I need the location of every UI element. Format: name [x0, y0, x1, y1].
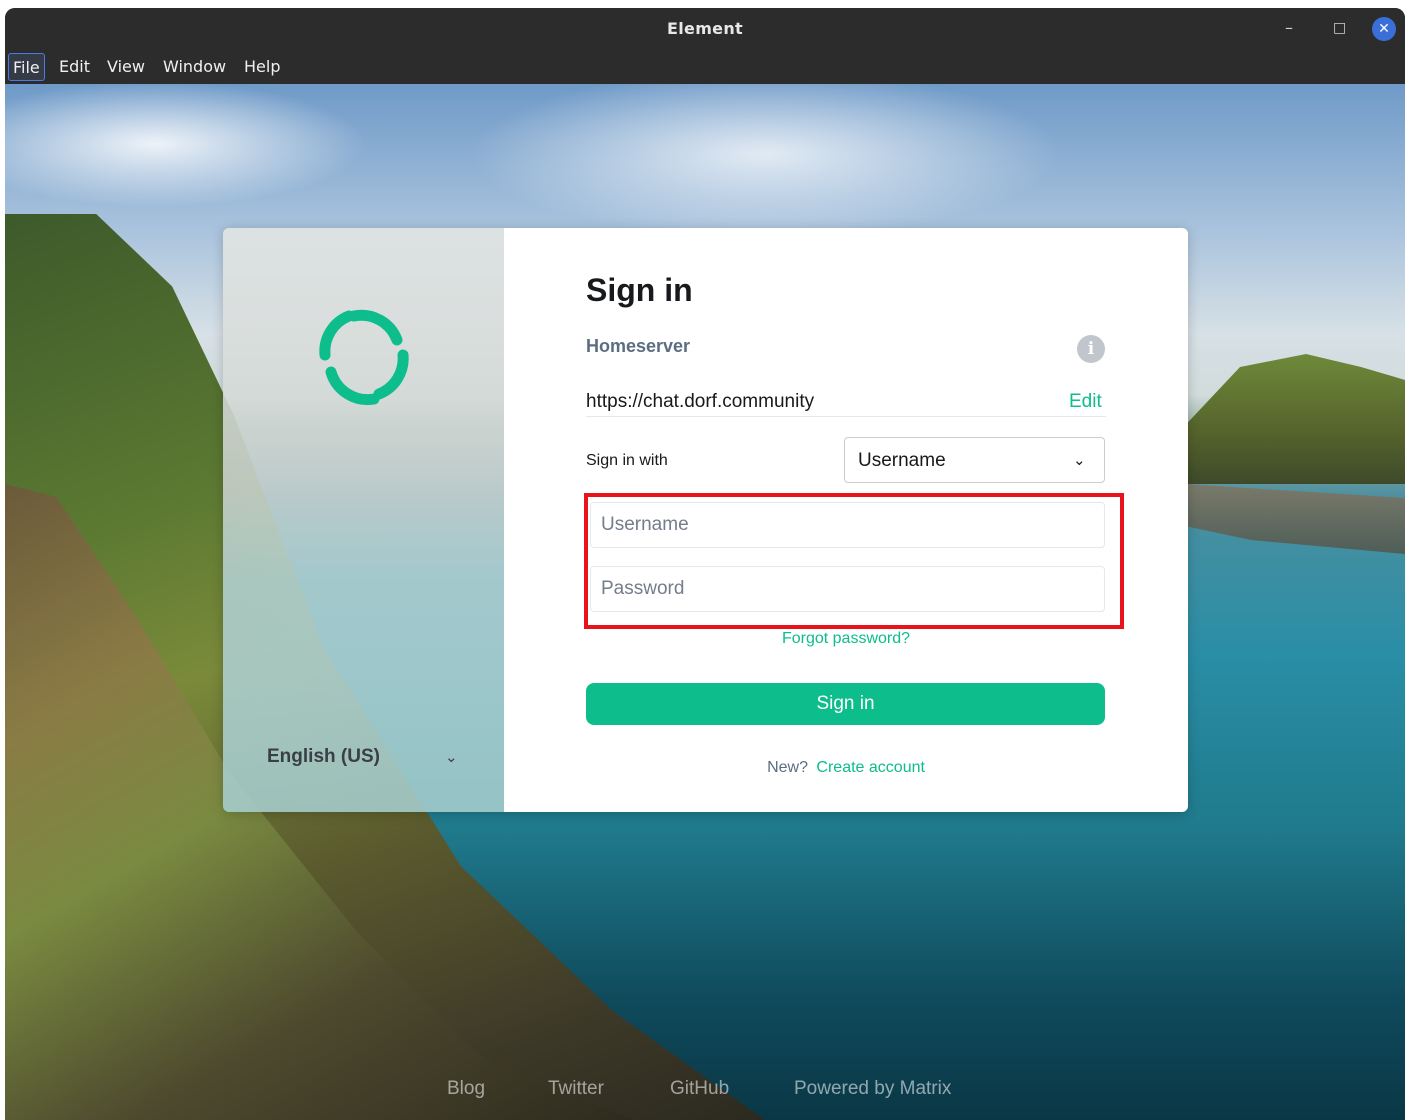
page-title: Sign in: [586, 272, 693, 308]
menu-bar: File Edit View Window Help: [5, 50, 1405, 84]
footer-link-blog[interactable]: Blog: [447, 1078, 485, 1100]
login-type-dropdown[interactable]: Username ⌄: [844, 437, 1105, 483]
maximize-button[interactable]: □: [1333, 20, 1357, 46]
chevron-down-icon: ⌄: [1073, 452, 1086, 469]
title-bar: Element – □ ✕: [5, 8, 1405, 50]
create-account-row: New? Create account: [504, 759, 1188, 777]
auth-page-background: English (US) ⌄ Sign in Homeserver i http…: [5, 84, 1405, 1120]
auth-body: Sign in Homeserver i https://chat.dorf.c…: [504, 228, 1188, 812]
auth-header-panel: English (US) ⌄: [223, 228, 504, 812]
auth-footer: Blog Twitter GitHub Powered by Matrix: [5, 1078, 1405, 1108]
menu-window[interactable]: Window: [159, 53, 230, 81]
menu-edit[interactable]: Edit: [55, 53, 94, 81]
create-account-link[interactable]: Create account: [816, 759, 925, 776]
app-window: Element – □ ✕ File Edit View Window Help: [5, 8, 1405, 1120]
homeserver-label: Homeserver: [586, 336, 691, 356]
close-button[interactable]: ✕: [1372, 17, 1396, 41]
divider: [586, 416, 1106, 417]
auth-card: English (US) ⌄ Sign in Homeserver i http…: [223, 228, 1188, 812]
homeserver-edit-link[interactable]: Edit: [1069, 391, 1102, 413]
menu-view[interactable]: View: [103, 53, 149, 81]
forgot-password-link[interactable]: Forgot password?: [504, 630, 1188, 648]
password-field[interactable]: [590, 566, 1105, 612]
language-label: English (US): [267, 746, 380, 767]
login-type-value: Username: [858, 450, 946, 471]
minimize-button[interactable]: –: [1285, 18, 1309, 44]
menu-help[interactable]: Help: [240, 53, 284, 81]
footer-link-github[interactable]: GitHub: [670, 1078, 729, 1100]
new-prompt: New?: [767, 759, 808, 776]
sign-in-button[interactable]: Sign in: [586, 683, 1105, 725]
info-icon[interactable]: i: [1077, 335, 1105, 363]
chevron-down-icon: ⌄: [445, 749, 458, 766]
sign-in-with-label: Sign in with: [586, 452, 668, 469]
element-logo-icon: [319, 309, 409, 406]
homeserver-url: https://chat.dorf.community: [586, 391, 815, 412]
menu-file[interactable]: File: [8, 53, 45, 81]
window-title: Element: [667, 19, 743, 38]
background-hill: [1185, 354, 1405, 484]
footer-link-matrix[interactable]: Powered by Matrix: [794, 1078, 951, 1100]
background-shore: [1185, 484, 1405, 554]
footer-link-twitter[interactable]: Twitter: [548, 1078, 604, 1100]
username-field[interactable]: [590, 502, 1105, 548]
language-selector[interactable]: English (US) ⌄: [267, 742, 463, 772]
